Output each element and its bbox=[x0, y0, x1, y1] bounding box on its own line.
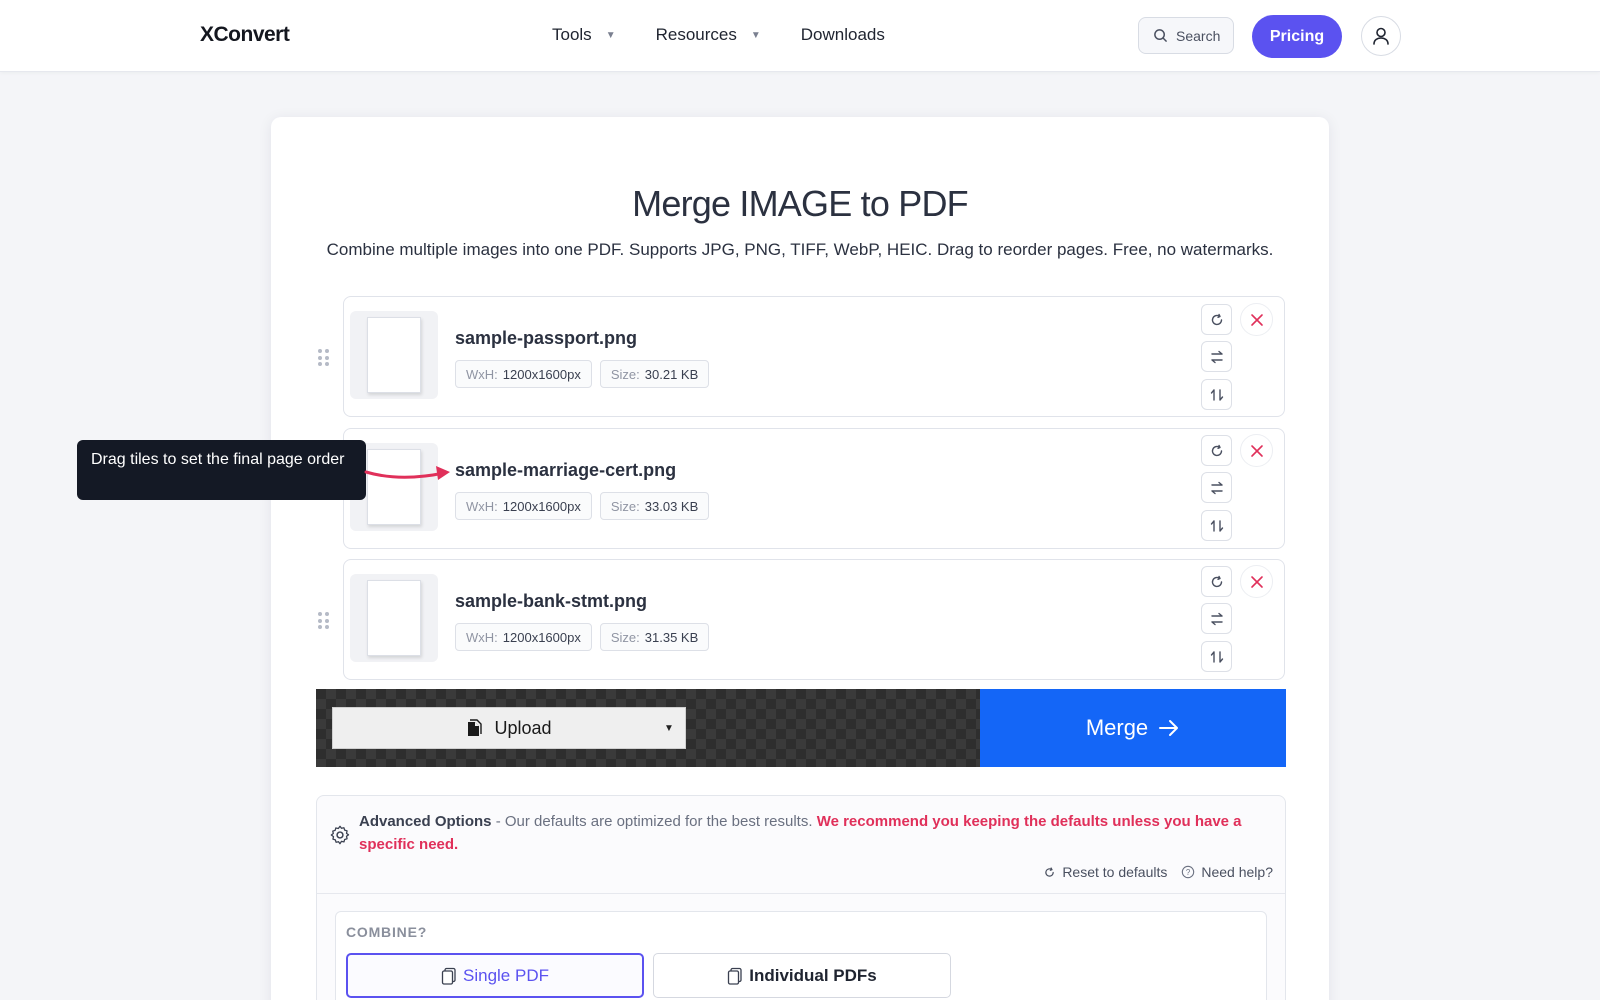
user-account-button[interactable] bbox=[1361, 16, 1401, 56]
combine-label: COMBINE? bbox=[346, 924, 428, 940]
file-meta: WxH: 1200x1600px Size: 33.03 KB bbox=[455, 492, 710, 520]
remove-file-button[interactable] bbox=[1240, 565, 1273, 598]
close-icon bbox=[1250, 575, 1263, 588]
advanced-options-title[interactable]: Advanced Options bbox=[359, 813, 492, 830]
search-icon bbox=[1154, 29, 1167, 42]
tooltip-arrow-icon bbox=[364, 466, 450, 480]
file-meta: WxH: 1200x1600px Size: 30.21 KB bbox=[455, 360, 710, 388]
nav-tools-label: Tools bbox=[552, 25, 592, 44]
drag-handle-icon[interactable] bbox=[318, 612, 330, 630]
divider bbox=[317, 893, 1285, 894]
rotate-button[interactable] bbox=[1201, 304, 1232, 335]
rotate-button[interactable] bbox=[1201, 566, 1232, 597]
remove-file-button[interactable] bbox=[1240, 434, 1273, 467]
file-tile[interactable]: sample-bank-stmt.png WxH: 1200x1600px Siz… bbox=[343, 559, 1285, 680]
file-thumbnail bbox=[350, 311, 438, 399]
nav-tools[interactable]: Tools ▼ bbox=[552, 25, 616, 45]
page-subtitle: Combine multiple images into one PDF. Su… bbox=[326, 240, 1274, 259]
swap-vertical-icon bbox=[1210, 650, 1223, 663]
swap-horizontal-icon bbox=[1210, 612, 1223, 625]
arrow-right-icon bbox=[1159, 720, 1179, 736]
user-icon bbox=[1373, 27, 1389, 45]
nav-resources-label: Resources bbox=[655, 25, 737, 44]
swap-horizontal-icon bbox=[1210, 481, 1223, 494]
rotate-icon bbox=[1211, 444, 1222, 456]
merge-label: Merge bbox=[1085, 715, 1149, 740]
swap-vertical-icon bbox=[1210, 519, 1223, 532]
need-help-link[interactable]: ? Need help? bbox=[1181, 864, 1273, 880]
upload-button[interactable]: Upload ▼ bbox=[332, 707, 686, 749]
dimensions-badge: WxH: 1200x1600px bbox=[455, 492, 592, 520]
file-meta: WxH: 1200x1600px Size: 31.35 KB bbox=[455, 623, 710, 651]
single-pdf-option[interactable]: Single PDF bbox=[346, 953, 644, 998]
rotate-icon bbox=[1211, 575, 1222, 587]
file-thumbnail bbox=[350, 574, 438, 662]
nav-downloads-label: Downloads bbox=[800, 25, 885, 44]
advanced-options-panel: Advanced Options - Our defaults are opti… bbox=[316, 795, 1286, 1000]
pricing-button[interactable]: Pricing bbox=[1252, 15, 1342, 58]
file-name: sample-marriage-cert.png bbox=[455, 460, 677, 480]
upload-label: Upload bbox=[494, 717, 552, 738]
flip-horizontal-button[interactable] bbox=[1201, 603, 1232, 634]
main-nav: Tools ▼ Resources ▼ Downloads bbox=[552, 25, 925, 45]
help-icon: ? bbox=[1182, 865, 1195, 879]
reset-icon bbox=[1045, 866, 1055, 877]
size-badge: Size: 30.21 KB bbox=[599, 360, 710, 388]
flip-horizontal-button[interactable] bbox=[1201, 472, 1232, 503]
file-upload-icon bbox=[468, 719, 483, 736]
file-tile[interactable]: sample-passport.png WxH: 1200x1600px Size… bbox=[343, 296, 1285, 417]
page-title: Merge IMAGE to PDF bbox=[632, 183, 968, 224]
remove-file-button[interactable] bbox=[1240, 303, 1273, 336]
nav-downloads[interactable]: Downloads bbox=[801, 25, 885, 45]
size-badge: Size: 31.35 KB bbox=[599, 623, 710, 651]
top-header: XConvert Tools ▼ Resources ▼ Downloads S… bbox=[0, 0, 1600, 72]
reset-defaults-link[interactable]: Reset to defaults bbox=[1043, 864, 1167, 880]
search-label: Search bbox=[1176, 27, 1221, 44]
swap-horizontal-icon bbox=[1210, 350, 1223, 363]
combine-section: COMBINE? Single PDF Individual PDFs bbox=[335, 911, 1267, 1000]
advanced-links: Reset to defaults ? Need help? bbox=[1043, 864, 1273, 880]
search-button[interactable]: Search bbox=[1138, 17, 1234, 54]
copy-pages-icon bbox=[728, 967, 742, 985]
svg-text:?: ? bbox=[1186, 868, 1191, 877]
flip-vertical-button[interactable] bbox=[1201, 510, 1232, 541]
upload-dropdown-caret[interactable]: ▼ bbox=[653, 708, 685, 748]
rotate-icon bbox=[1211, 313, 1222, 325]
chevron-down-icon: ▼ bbox=[605, 29, 616, 41]
chevron-down-icon: ▼ bbox=[750, 29, 761, 41]
advanced-options-description: Advanced Options - Our defaults are opti… bbox=[359, 813, 1242, 853]
close-icon bbox=[1250, 313, 1263, 326]
file-tile[interactable]: sample-marriage-cert.png WxH: 1200x1600px… bbox=[343, 428, 1285, 549]
individual-pdfs-option[interactable]: Individual PDFs bbox=[653, 953, 951, 998]
swap-vertical-icon bbox=[1210, 388, 1223, 401]
nav-resources[interactable]: Resources ▼ bbox=[656, 25, 761, 45]
chevron-down-icon: ▼ bbox=[664, 722, 674, 734]
drag-tooltip: Drag tiles to set the final page order bbox=[77, 440, 366, 500]
rotate-button[interactable] bbox=[1201, 435, 1232, 466]
logo[interactable]: XConvert bbox=[200, 23, 290, 47]
flip-vertical-button[interactable] bbox=[1201, 641, 1232, 672]
copy-pages-icon bbox=[441, 967, 456, 985]
dimensions-badge: WxH: 1200x1600px bbox=[455, 360, 592, 388]
flip-vertical-button[interactable] bbox=[1201, 379, 1232, 410]
close-icon bbox=[1250, 444, 1263, 457]
size-badge: Size: 33.03 KB bbox=[599, 492, 710, 520]
merge-button[interactable]: Merge bbox=[980, 689, 1286, 767]
dimensions-badge: WxH: 1200x1600px bbox=[455, 623, 592, 651]
flip-horizontal-button[interactable] bbox=[1201, 341, 1232, 372]
drag-handle-icon[interactable] bbox=[318, 349, 330, 367]
file-name: sample-passport.png bbox=[455, 328, 638, 348]
gear-icon bbox=[330, 825, 350, 845]
file-name: sample-bank-stmt.png bbox=[455, 591, 648, 611]
